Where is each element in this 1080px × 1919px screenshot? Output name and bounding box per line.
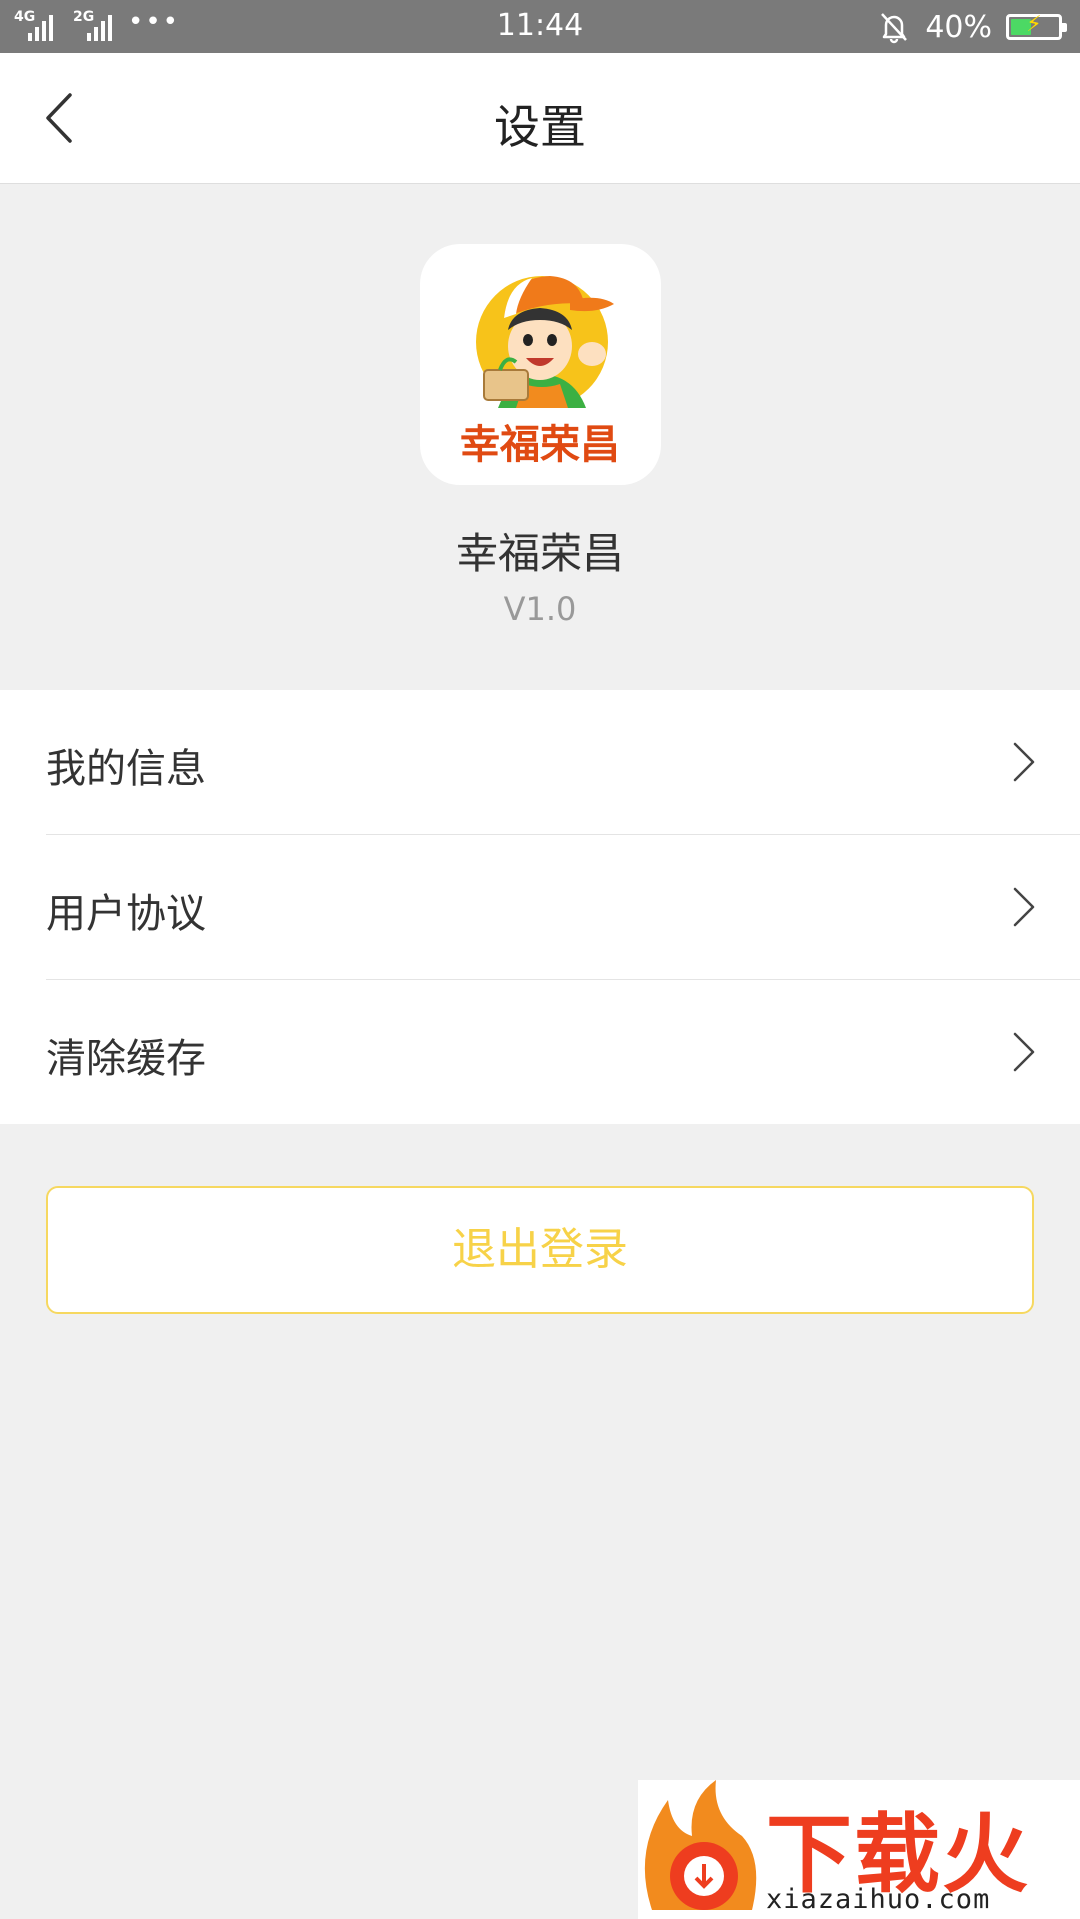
status-bar: 4G 2G ••• 11:44 40% ⚡ [0,0,1080,53]
settings-menu: 我的信息 用户协议 清除缓存 [0,690,1080,1124]
status-right: 40% ⚡ [877,8,1067,46]
nav-bar: 设置 [0,53,1080,184]
bell-muted-icon [881,13,908,44]
page-title: 设置 [494,100,586,154]
app-version: V1.0 [503,590,577,628]
app-logo: 幸福荣昌 [420,244,661,485]
battery-percent: 40% [925,9,992,45]
flame-logo-icon [644,1780,757,1910]
watermark: 下载火 xiazaihuo.com [638,1780,1080,1919]
menu-item-label: 用户协议 [46,891,206,937]
menu-item-user-agreement[interactable]: 用户协议 [0,835,1080,980]
menu-item-label: 我的信息 [46,746,206,792]
watermark-url: xiazaihuo.com [766,1884,991,1915]
battery-charging-icon: ⚡ [1006,12,1067,40]
menu-item-clear-cache[interactable]: 清除缓存 [0,980,1080,1125]
mascot-logo-image: 幸福荣昌 [460,276,620,468]
svg-text:幸福荣昌: 幸福荣昌 [460,422,620,468]
app-name: 幸福荣昌 [455,529,624,578]
logout-button[interactable]: 退出登录 [46,1186,1034,1314]
menu-item-label: 清除缓存 [46,1036,206,1082]
chevron-right-icon [1013,1032,1035,1072]
chevron-right-icon [1013,887,1035,927]
chevron-right-icon [1013,742,1035,782]
menu-item-my-info[interactable]: 我的信息 [0,690,1080,835]
